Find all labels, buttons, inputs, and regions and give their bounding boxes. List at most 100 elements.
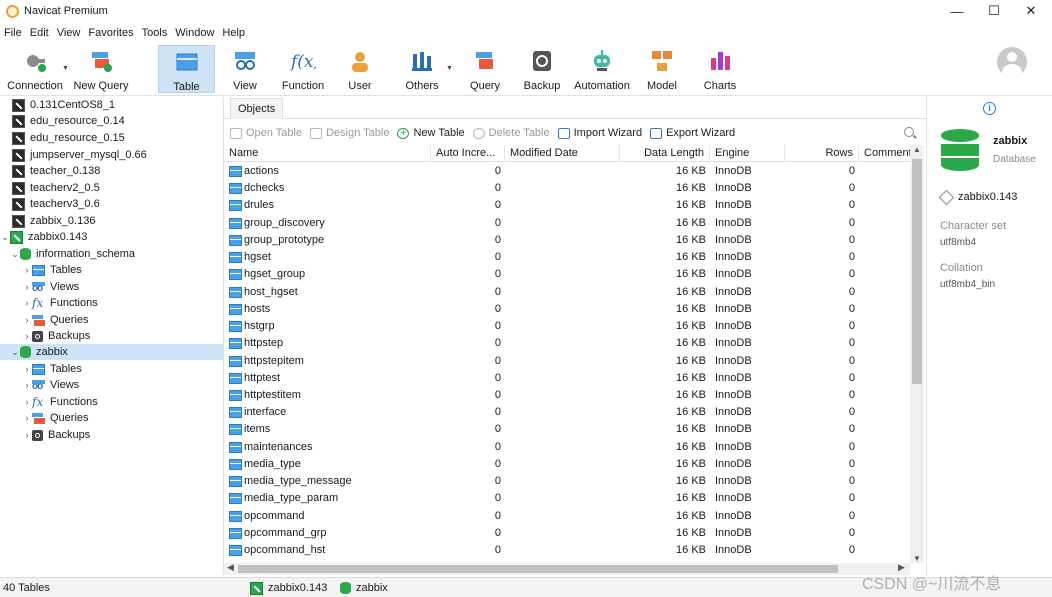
scroll-down-icon[interactable]: ▼: [910, 554, 924, 563]
menu-edit[interactable]: Edit: [26, 27, 53, 39]
chevron-right-icon[interactable]: ›: [22, 298, 32, 308]
table-row[interactable]: opcommand_hst 0 16 KB InnoDB 0: [224, 542, 910, 559]
connection-item[interactable]: jumpserver_mysql_0.66: [12, 147, 147, 163]
column-header-rows[interactable]: Rows: [785, 145, 859, 162]
chevron-right-icon[interactable]: ›: [22, 315, 32, 325]
info-icon[interactable]: i: [983, 102, 996, 115]
chevron-down-icon[interactable]: ▼: [446, 65, 453, 72]
connection-item[interactable]: teacherv2_0.5: [12, 180, 100, 196]
new-query-button[interactable]: New Query: [72, 45, 130, 93]
table-row[interactable]: maintenances 0 16 KB InnoDB 0: [224, 439, 910, 456]
chevron-right-icon[interactable]: ›: [22, 397, 32, 407]
user-button[interactable]: User: [340, 45, 380, 93]
scroll-up-icon[interactable]: ▲: [910, 145, 924, 154]
column-header-data-length[interactable]: Data Length: [620, 145, 710, 162]
connection-item[interactable]: 0.131CentOS8_1: [12, 97, 115, 113]
table-row[interactable]: host_hgset 0 16 KB InnoDB 0: [224, 284, 910, 301]
chevron-right-icon[interactable]: ›: [22, 430, 32, 440]
view-button[interactable]: View: [222, 45, 268, 93]
column-header-engine[interactable]: Engine: [710, 145, 785, 162]
query-button[interactable]: Query: [466, 45, 504, 93]
table-button[interactable]: Table: [158, 45, 215, 93]
chevron-right-icon[interactable]: ›: [22, 265, 32, 275]
delete-table-button[interactable]: Delete Table: [472, 127, 550, 139]
table-row[interactable]: dchecks 0 16 KB InnoDB 0: [224, 180, 910, 197]
table-row[interactable]: media_type 0 16 KB InnoDB 0: [224, 456, 910, 473]
database-item-selected[interactable]: ⌄ zabbix: [0, 344, 223, 360]
chevron-right-icon[interactable]: ›: [22, 331, 32, 341]
connection-item[interactable]: teacher_0.138: [12, 163, 100, 179]
scroll-left-icon[interactable]: ◀: [227, 562, 234, 573]
connection-item[interactable]: edu_resource_0.14: [12, 113, 125, 129]
close-button[interactable]: ✕: [1012, 0, 1050, 22]
charts-button[interactable]: Charts: [700, 45, 740, 93]
table-row[interactable]: httptestitem 0 16 KB InnoDB 0: [224, 387, 910, 404]
model-button[interactable]: Model: [642, 45, 682, 93]
tree-item-backups[interactable]: › Backups: [22, 328, 91, 344]
table-row[interactable]: media_type_message 0 16 KB InnoDB 0: [224, 473, 910, 490]
tree-item-functions[interactable]: › fx Functions: [22, 295, 98, 311]
connection-item[interactable]: zabbix_0.136: [12, 213, 95, 229]
function-button[interactable]: f(x) Function: [278, 45, 328, 93]
tree-item-tables[interactable]: › Tables: [22, 262, 82, 278]
connection-item[interactable]: edu_resource_0.15: [12, 130, 125, 146]
connection-item-open[interactable]: ⌄ zabbix0.143: [0, 229, 87, 245]
import-wizard-button[interactable]: Import Wizard: [557, 127, 642, 139]
new-table-button[interactable]: + New Table: [397, 127, 465, 139]
scroll-thumb[interactable]: [912, 159, 922, 384]
chevron-down-icon[interactable]: ⌄: [0, 232, 10, 243]
horizontal-scrollbar[interactable]: ◀ ▶: [224, 562, 910, 575]
table-row[interactable]: hosts 0 16 KB InnoDB 0: [224, 301, 910, 318]
table-row[interactable]: httpstepitem 0 16 KB InnoDB 0: [224, 353, 910, 370]
chevron-right-icon[interactable]: ›: [22, 413, 32, 423]
tree-item-queries[interactable]: › Queries: [22, 410, 89, 426]
chevron-right-icon[interactable]: ›: [22, 364, 32, 374]
design-table-button[interactable]: Design Table: [310, 127, 389, 139]
tab-objects[interactable]: Objects: [230, 98, 284, 119]
tree-item-functions[interactable]: › fx Functions: [22, 394, 98, 410]
column-header-auto-increment[interactable]: Auto Incre...: [431, 145, 505, 162]
menu-tools[interactable]: Tools: [138, 27, 172, 39]
table-row[interactable]: drules 0 16 KB InnoDB 0: [224, 197, 910, 214]
automation-button[interactable]: Automation: [572, 45, 632, 93]
column-header-modified-date[interactable]: Modified Date: [505, 145, 620, 162]
scroll-thumb[interactable]: [238, 565, 838, 573]
table-row[interactable]: items 0 16 KB InnoDB 0: [224, 421, 910, 438]
tree-item-views[interactable]: › Views: [22, 279, 80, 295]
database-item[interactable]: ⌄ information_schema: [10, 246, 135, 262]
table-row[interactable]: hgset_group 0 16 KB InnoDB 0: [224, 266, 910, 283]
chevron-down-icon[interactable]: ⌄: [10, 249, 20, 260]
search-icon[interactable]: [904, 127, 914, 137]
vertical-scrollbar[interactable]: ▲ ▼: [910, 145, 924, 563]
table-row[interactable]: actions 0 16 KB InnoDB 0: [224, 163, 910, 180]
maximize-button[interactable]: ☐: [975, 0, 1013, 22]
connection-item[interactable]: teacherv3_0.6: [12, 196, 100, 212]
menu-help[interactable]: Help: [218, 27, 249, 39]
table-row[interactable]: hstgrp 0 16 KB InnoDB 0: [224, 318, 910, 335]
menu-file[interactable]: File: [0, 27, 26, 39]
backup-button[interactable]: Backup: [522, 45, 562, 93]
minimize-button[interactable]: —: [938, 0, 976, 22]
tree-item-queries[interactable]: › Queries: [22, 312, 89, 328]
connection-button[interactable]: ▼ Connection: [4, 45, 69, 93]
table-row[interactable]: httptest 0 16 KB InnoDB 0: [224, 370, 910, 387]
menu-favorites[interactable]: Favorites: [84, 27, 137, 39]
menu-window[interactable]: Window: [171, 27, 218, 39]
table-row[interactable]: opcommand_grp 0 16 KB InnoDB 0: [224, 525, 910, 542]
table-row[interactable]: group_prototype 0 16 KB InnoDB 0: [224, 232, 910, 249]
chevron-right-icon[interactable]: ›: [22, 380, 32, 390]
table-row[interactable]: hgset 0 16 KB InnoDB 0: [224, 249, 910, 266]
others-button[interactable]: ▼ Others: [402, 45, 453, 93]
tree-item-views[interactable]: › Views: [22, 377, 80, 393]
table-row[interactable]: opcommand 0 16 KB InnoDB 0: [224, 508, 910, 525]
chevron-down-icon[interactable]: ⌄: [10, 347, 20, 358]
table-row[interactable]: group_discovery 0 16 KB InnoDB 0: [224, 215, 910, 232]
tree-item-tables[interactable]: › Tables: [22, 361, 82, 377]
column-header-comment[interactable]: Comment: [859, 145, 910, 162]
table-row[interactable]: interface 0 16 KB InnoDB 0: [224, 404, 910, 421]
chevron-right-icon[interactable]: ›: [22, 282, 32, 292]
column-header-name[interactable]: Name: [224, 145, 431, 162]
open-table-button[interactable]: Open Table: [230, 127, 302, 139]
menu-view[interactable]: View: [53, 27, 85, 39]
tree-item-backups[interactable]: › Backups: [22, 427, 91, 443]
